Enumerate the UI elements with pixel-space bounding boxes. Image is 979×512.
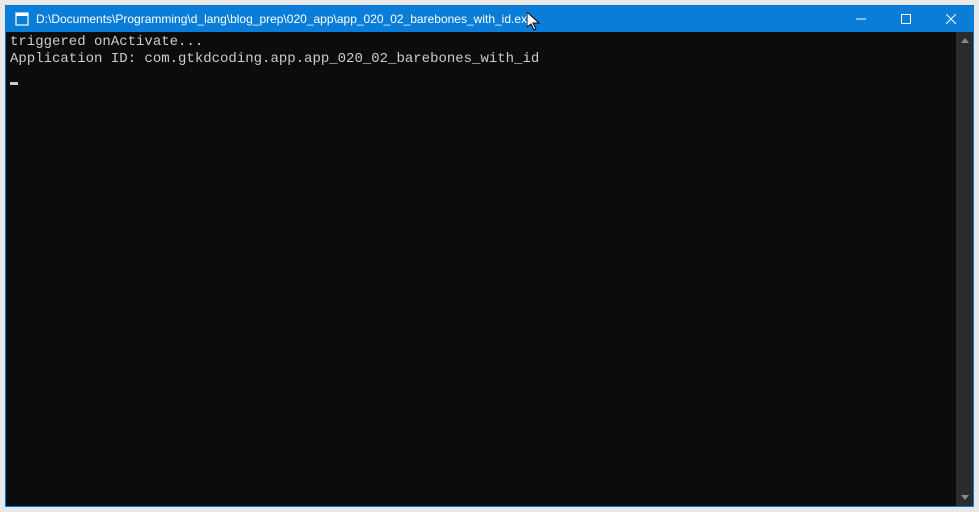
console-line: Application ID: com.gtkdcoding.app.app_0… bbox=[10, 51, 539, 67]
console-window: D:\Documents\Programming\d_lang\blog_pre… bbox=[5, 5, 974, 507]
console-output[interactable]: triggered onActivate... Application ID: … bbox=[6, 32, 956, 506]
minimize-button[interactable] bbox=[838, 6, 883, 32]
scroll-down-arrow-icon[interactable] bbox=[956, 489, 973, 506]
console-area: triggered onActivate... Application ID: … bbox=[6, 32, 973, 506]
text-cursor bbox=[10, 82, 18, 85]
scroll-up-arrow-icon[interactable] bbox=[956, 32, 973, 49]
app-icon bbox=[14, 11, 30, 27]
maximize-button[interactable] bbox=[883, 6, 928, 32]
window-title: D:\Documents\Programming\d_lang\blog_pre… bbox=[36, 12, 838, 26]
console-line: triggered onActivate... bbox=[10, 34, 203, 50]
titlebar[interactable]: D:\Documents\Programming\d_lang\blog_pre… bbox=[6, 6, 973, 32]
vertical-scrollbar[interactable] bbox=[956, 32, 973, 506]
close-button[interactable] bbox=[928, 6, 973, 32]
window-controls bbox=[838, 6, 973, 32]
